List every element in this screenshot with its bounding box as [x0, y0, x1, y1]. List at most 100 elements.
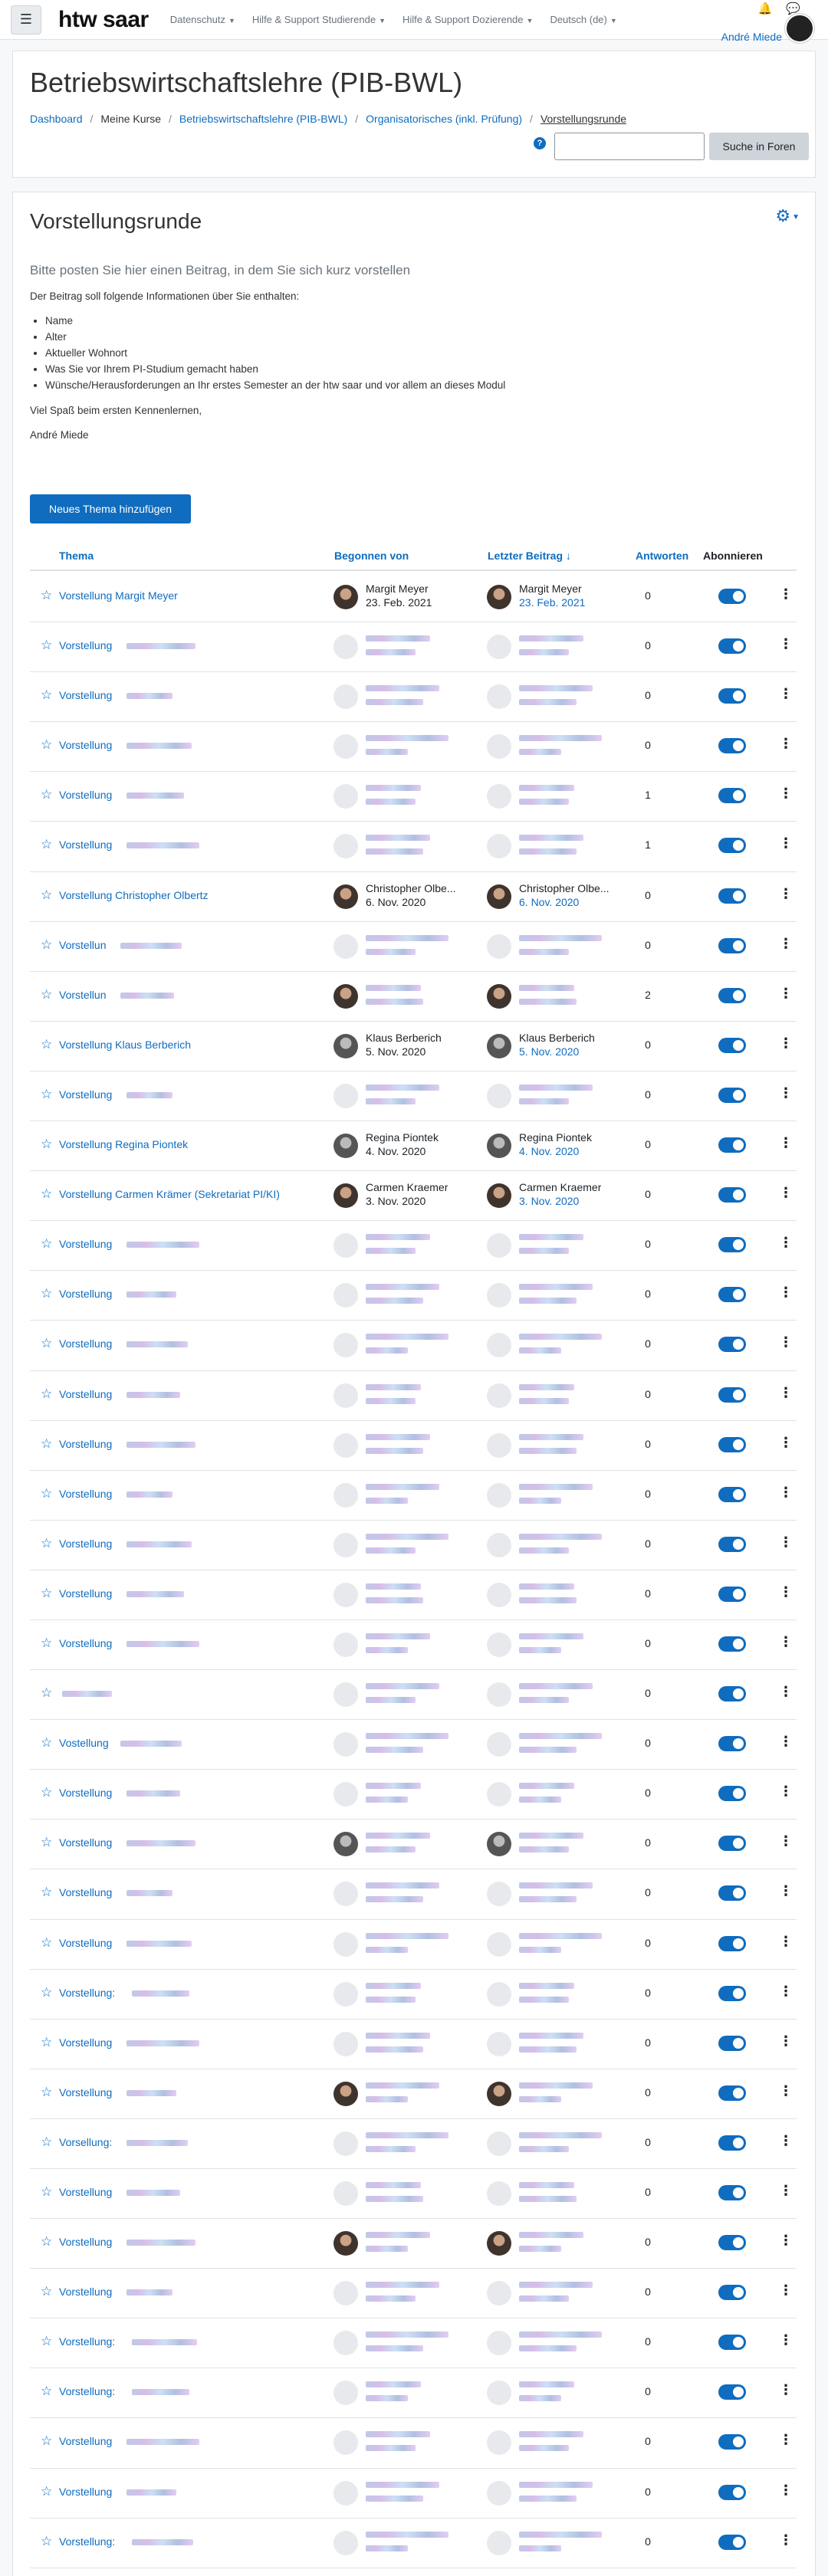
last-post-avatar[interactable] — [487, 2181, 511, 2206]
more-actions-icon[interactable]: ⋮ — [779, 2033, 793, 2049]
discussion-topic-link[interactable]: Vorstellung: — [59, 2535, 115, 2548]
subscribe-toggle[interactable] — [718, 838, 746, 854]
starter-avatar[interactable] — [334, 2381, 358, 2406]
discussion-topic-link[interactable]: Vorstellung — [59, 1488, 112, 1500]
star-icon[interactable]: ☆ — [41, 1286, 52, 1301]
column-started-by[interactable]: Begonnen von — [334, 550, 409, 562]
star-icon[interactable]: ☆ — [41, 1137, 52, 1152]
subscribe-toggle[interactable] — [718, 2085, 746, 2101]
more-actions-icon[interactable]: ⋮ — [779, 2083, 793, 2099]
last-post-avatar[interactable] — [487, 2281, 511, 2306]
more-actions-icon[interactable]: ⋮ — [779, 586, 793, 602]
last-post-avatar[interactable] — [487, 2381, 511, 2406]
more-actions-icon[interactable]: ⋮ — [779, 1135, 793, 1151]
subscribe-toggle[interactable] — [718, 1836, 746, 1852]
discussion-topic-link[interactable]: Vorstellung — [59, 1886, 112, 1898]
last-post-avatar[interactable] — [487, 2480, 511, 2505]
star-icon[interactable]: ☆ — [41, 2384, 52, 2399]
subscribe-toggle[interactable] — [718, 1686, 746, 1702]
starter-avatar[interactable] — [334, 784, 358, 809]
star-icon[interactable]: ☆ — [41, 1087, 52, 1102]
last-post-avatar[interactable] — [487, 2081, 511, 2106]
subscribe-toggle[interactable] — [718, 738, 746, 754]
star-icon[interactable]: ☆ — [41, 1236, 52, 1252]
star-icon[interactable]: ☆ — [41, 1336, 52, 1351]
last-post-avatar[interactable] — [487, 1532, 511, 1557]
star-icon[interactable]: ☆ — [41, 787, 52, 802]
breadcrumb-course[interactable]: Betriebswirtschaftslehre (PIB-BWL) — [179, 113, 347, 125]
discussion-topic-link[interactable]: Vorstellung — [59, 2435, 112, 2447]
last-post-avatar[interactable] — [487, 2231, 511, 2256]
discussion-topic-link[interactable]: Vorstellung — [59, 1288, 112, 1300]
discussion-topic-link[interactable]: Vorstellung — [59, 838, 112, 851]
starter-avatar[interactable] — [334, 983, 358, 1009]
discussion-topic-link[interactable]: Vorstellung: — [59, 2385, 115, 2397]
last-post-avatar[interactable] — [487, 1682, 511, 1708]
starter-avatar[interactable] — [334, 1183, 358, 1209]
last-post-avatar[interactable] — [487, 2131, 511, 2156]
bell-icon[interactable]: 🔔 — [758, 2, 773, 15]
star-icon[interactable]: ☆ — [41, 1735, 52, 1751]
discussion-topic-link[interactable]: Vorstellung Christopher Olbertz — [59, 889, 209, 901]
last-post-date[interactable]: 5. Nov. 2020 — [519, 1045, 579, 1058]
star-icon[interactable]: ☆ — [41, 2284, 52, 2299]
star-icon[interactable]: ☆ — [41, 2484, 52, 2499]
star-icon[interactable]: ☆ — [41, 1636, 52, 1651]
star-icon[interactable]: ☆ — [41, 2433, 52, 2449]
starter-name[interactable]: Regina Piontek — [366, 1131, 439, 1144]
starter-avatar[interactable] — [334, 1882, 358, 1907]
subscribe-toggle[interactable] — [718, 937, 746, 953]
discussion-topic-link[interactable]: Vorstellung Klaus Berberich — [59, 1039, 191, 1051]
subscribe-toggle[interactable] — [718, 688, 746, 704]
more-actions-icon[interactable]: ⋮ — [779, 1385, 793, 1401]
last-post-author[interactable]: Carmen Kraemer — [519, 1181, 601, 1193]
more-actions-icon[interactable]: ⋮ — [779, 2282, 793, 2299]
star-icon[interactable]: ☆ — [41, 2234, 52, 2249]
discussion-topic-link[interactable]: Vorstellung — [59, 2486, 112, 2498]
discussion-topic-link[interactable]: Vorstellung — [59, 1438, 112, 1450]
starter-avatar[interactable] — [334, 1931, 358, 1957]
subscribe-toggle[interactable] — [718, 2035, 746, 2051]
last-post-author[interactable]: Klaus Berberich — [519, 1032, 595, 1044]
star-icon[interactable]: ☆ — [41, 2035, 52, 2050]
more-actions-icon[interactable]: ⋮ — [779, 1984, 793, 2000]
starter-avatar[interactable] — [334, 1482, 358, 1508]
starter-avatar[interactable] — [334, 734, 358, 760]
last-post-avatar[interactable] — [487, 934, 511, 959]
starter-avatar[interactable] — [334, 1832, 358, 1857]
last-post-avatar[interactable] — [487, 1432, 511, 1458]
subscribe-toggle[interactable] — [718, 1087, 746, 1103]
star-icon[interactable]: ☆ — [41, 1586, 52, 1601]
nav-item-support-teachers[interactable]: Hilfe & Support Dozierende ▼ — [402, 14, 533, 25]
starter-avatar[interactable] — [334, 585, 358, 609]
discussion-topic-link[interactable]: Vorsellung: — [59, 2136, 112, 2148]
last-post-avatar[interactable] — [487, 684, 511, 710]
starter-avatar[interactable] — [334, 834, 358, 859]
subscribe-toggle[interactable] — [718, 2484, 746, 2500]
starter-name[interactable]: Carmen Kraemer — [366, 1181, 448, 1193]
more-actions-icon[interactable]: ⋮ — [779, 1285, 793, 1301]
starter-avatar[interactable] — [334, 1782, 358, 1807]
starter-avatar[interactable] — [334, 1632, 358, 1657]
subscribe-toggle[interactable] — [718, 1985, 746, 2001]
discussion-topic-link[interactable]: Vorstellung — [59, 1088, 112, 1101]
more-actions-icon[interactable]: ⋮ — [779, 2482, 793, 2499]
subscribe-toggle[interactable] — [718, 2384, 746, 2400]
discussion-topic-link[interactable]: Vorstellung — [59, 1937, 112, 1949]
discussion-topic-link[interactable]: Vorstellung Regina Piontek — [59, 1138, 188, 1150]
subscribe-toggle[interactable] — [718, 2285, 746, 2301]
discussion-topic-link[interactable]: Vorstellung — [59, 1238, 112, 1250]
breadcrumb-section[interactable]: Organisatorisches (inkl. Prüfung) — [366, 113, 522, 125]
column-replies[interactable]: Antworten — [636, 550, 688, 562]
subscribe-toggle[interactable] — [718, 788, 746, 804]
last-post-author[interactable]: Christopher Olbe... — [519, 882, 610, 894]
last-post-avatar[interactable] — [487, 635, 511, 660]
more-actions-icon[interactable]: ⋮ — [779, 1883, 793, 1899]
more-actions-icon[interactable]: ⋮ — [779, 1485, 793, 1501]
discussion-topic-link[interactable]: Vorstellung Margit Meyer — [59, 589, 178, 602]
discussion-topic-link[interactable]: Vorstellung: — [59, 2335, 115, 2348]
subscribe-toggle[interactable] — [718, 1386, 746, 1403]
more-actions-icon[interactable]: ⋮ — [779, 2233, 793, 2249]
settings-menu[interactable]: ⚙ ▼ — [775, 206, 800, 226]
more-actions-icon[interactable]: ⋮ — [779, 736, 793, 752]
